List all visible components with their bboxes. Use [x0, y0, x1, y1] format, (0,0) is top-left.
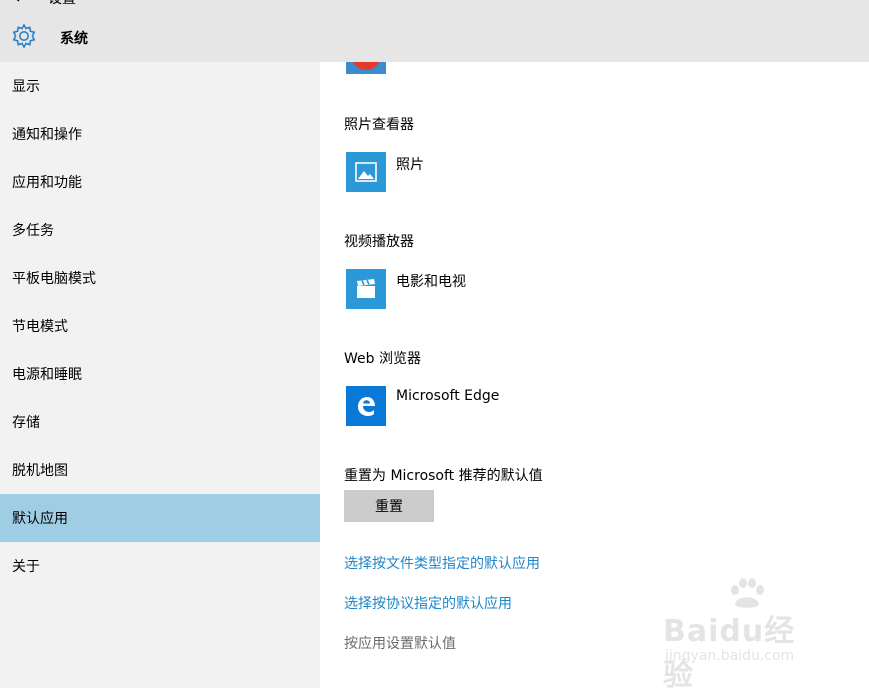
title-bar: 设置 系统 [0, 0, 869, 62]
back-row[interactable]: 设置 [10, 0, 76, 8]
video-player-heading: 视频播放器 [344, 234, 414, 250]
sidebar: 显示 通知和操作 应用和功能 多任务 平板电脑模式 节电模式 电源和睡眠 存储 … [0, 62, 320, 688]
gear-icon [10, 22, 38, 54]
page-title: 系统 [60, 31, 88, 47]
sidebar-item-display[interactable]: 显示 [0, 62, 320, 110]
photo-icon [346, 152, 386, 192]
reset-heading: 重置为 Microsoft 推荐的默认值 [344, 468, 543, 484]
music-app-icon[interactable] [346, 62, 386, 74]
sidebar-item-multitasking[interactable]: 多任务 [0, 206, 320, 254]
sidebar-item-default-apps[interactable]: 默认应用 [0, 494, 320, 542]
reset-button[interactable]: 重置 [344, 490, 434, 522]
video-player-app-button[interactable]: 电影和电视 [346, 269, 466, 309]
photo-viewer-app-name: 照片 [396, 157, 424, 173]
edge-icon [346, 386, 386, 426]
sidebar-item-apps-features[interactable]: 应用和功能 [0, 158, 320, 206]
sidebar-item-power-sleep[interactable]: 电源和睡眠 [0, 350, 320, 398]
choose-by-file-type-link[interactable]: 选择按文件类型指定的默认应用 [344, 553, 540, 573]
back-arrow-icon[interactable] [10, 0, 22, 6]
sidebar-item-storage[interactable]: 存储 [0, 398, 320, 446]
web-browser-app-name: Microsoft Edge [396, 388, 500, 404]
sidebar-item-battery-saver[interactable]: 节电模式 [0, 302, 320, 350]
sidebar-item-offline-maps[interactable]: 脱机地图 [0, 446, 320, 494]
set-defaults-by-app-link[interactable]: 按应用设置默认值 [344, 633, 456, 653]
video-player-app-name: 电影和电视 [396, 274, 466, 290]
web-browser-heading: Web 浏览器 [344, 351, 421, 367]
sidebar-item-notifications[interactable]: 通知和操作 [0, 110, 320, 158]
sidebar-item-tablet-mode[interactable]: 平板电脑模式 [0, 254, 320, 302]
choose-by-protocol-link[interactable]: 选择按协议指定的默认应用 [344, 593, 512, 613]
sidebar-item-about[interactable]: 关于 [0, 542, 320, 590]
photo-viewer-heading: 照片查看器 [344, 117, 414, 133]
web-browser-app-button[interactable]: Microsoft Edge [346, 386, 499, 426]
film-icon [346, 269, 386, 309]
section-title-row: 系统 [10, 22, 88, 54]
main-content: 照片查看器 照片 视频播放器 电影和电视 Web 浏览器 Microsoft E… [320, 62, 869, 688]
photo-viewer-app-button[interactable]: 照片 [346, 152, 424, 192]
back-label: 设置 [48, 0, 76, 8]
